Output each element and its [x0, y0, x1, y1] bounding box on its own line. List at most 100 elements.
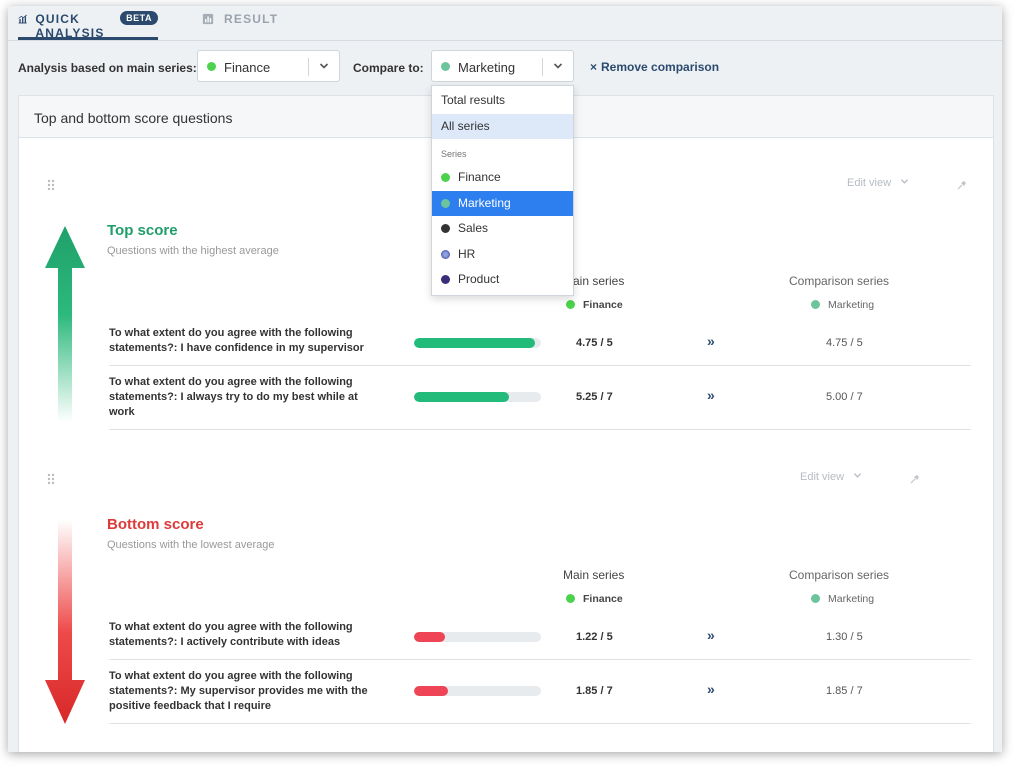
arrow-up-icon: [45, 226, 85, 422]
question-text: To what extent do you agree with the fol…: [109, 327, 364, 354]
score-bar: [414, 338, 541, 348]
menu-item-sales[interactable]: Sales: [432, 216, 573, 241]
card-title: Top and bottom score questions: [34, 110, 233, 126]
score-bar-fill: [414, 632, 445, 642]
top-score-subtitle: Questions with the highest average: [107, 245, 279, 257]
comparison-series-heading: Comparison series: [789, 274, 890, 288]
compare-series-dropdown-menu: Total results All series Series Finance …: [431, 85, 574, 296]
main-series-tag: Finance: [566, 299, 623, 311]
main-score: 4.75 / 5: [576, 337, 613, 349]
comparison-series-tag: Marketing: [811, 299, 874, 311]
tab-divider: [8, 40, 1002, 41]
chevron-down-icon: [853, 473, 862, 478]
question-text: To what extent do you agree with the fol…: [109, 621, 353, 648]
drag-handle-icon[interactable]: [47, 179, 55, 191]
main-score: 1.22 / 5: [576, 631, 613, 643]
marketing-dot-icon: [441, 199, 450, 208]
main-score: 5.25 / 7: [576, 391, 613, 403]
score-bar-fill: [414, 392, 510, 402]
top-score-title: Top score: [107, 222, 178, 239]
marketing-dot-icon: [811, 594, 820, 603]
pin-icon[interactable]: [957, 180, 967, 190]
menu-item-label: All series: [441, 119, 490, 133]
menu-item-finance[interactable]: Finance: [432, 165, 573, 190]
chevron-down-icon: [319, 63, 329, 69]
menu-item-label: Sales: [458, 221, 489, 235]
comparison-series-tag: Marketing: [811, 593, 874, 605]
tab-quick-analysis[interactable]: QUICK ANALYSIS BETA: [18, 11, 158, 40]
main-series-name: Finance: [583, 593, 623, 605]
menu-item-label: Product: [458, 272, 500, 286]
menu-item-all-series[interactable]: All series: [432, 114, 573, 139]
menu-item-hr[interactable]: HR: [432, 242, 573, 267]
double-chevron-right-icon: »: [707, 333, 715, 349]
comparison-score: 4.75 / 5: [826, 337, 863, 349]
remove-comparison-label: Remove comparison: [601, 60, 720, 74]
bottom-score-title: Bottom score: [107, 516, 204, 533]
hr-dot-icon: [441, 250, 450, 259]
compare-series-value: Marketing: [458, 60, 516, 75]
comparison-score: 1.30 / 5: [826, 631, 863, 643]
menu-item-label: Finance: [458, 170, 501, 184]
menu-item-marketing[interactable]: Marketing: [432, 191, 573, 216]
remove-comparison-button[interactable]: × Remove comparison: [590, 60, 719, 74]
pin-icon[interactable]: [910, 474, 920, 484]
edit-view-dropdown[interactable]: Edit view: [800, 471, 862, 483]
finance-dot-icon: [207, 62, 216, 71]
select-separator: [308, 58, 309, 76]
marketing-dot-icon: [441, 62, 450, 71]
comparison-score: 1.85 / 7: [826, 685, 863, 697]
comparison-score: 5.00 / 7: [826, 391, 863, 403]
score-bar: [414, 392, 541, 402]
main-score: 1.85 / 7: [576, 685, 613, 697]
compare-to-label: Compare to:: [353, 61, 424, 75]
main-series-heading: Main series: [563, 568, 625, 582]
table-row: To what extent do you agree with the fol…: [109, 366, 971, 430]
menu-item-label: Marketing: [458, 196, 511, 210]
question-text: To what extent do you agree with the fol…: [109, 670, 368, 712]
menu-item-label: HR: [458, 247, 476, 261]
marketing-dot-icon: [811, 300, 820, 309]
double-chevron-right-icon: »: [707, 627, 715, 643]
bottom-score-subtitle: Questions with the lowest average: [107, 539, 275, 551]
product-dot-icon: [441, 275, 450, 284]
double-chevron-right-icon: »: [707, 387, 715, 403]
score-bar: [414, 686, 541, 696]
table-row: To what extent do you agree with the fol…: [109, 612, 971, 660]
score-bar-fill: [414, 686, 448, 696]
sales-dot-icon: [441, 224, 450, 233]
finance-dot-icon: [566, 300, 575, 309]
table-row: To what extent do you agree with the fol…: [109, 660, 971, 724]
score-bar-fill: [414, 338, 535, 348]
edit-view-dropdown[interactable]: Edit view: [847, 177, 909, 189]
comparison-series-name: Marketing: [828, 593, 875, 605]
select-separator: [542, 58, 543, 76]
tab-quick-analysis-label: QUICK ANALYSIS: [35, 12, 105, 40]
tab-result-label: RESULT: [224, 12, 279, 26]
app-window: QUICK ANALYSIS BETA RESULT Analysis base…: [8, 6, 1002, 752]
chevron-down-icon: [900, 179, 909, 184]
menu-item-label: Total results: [441, 93, 506, 107]
beta-badge: BETA: [120, 11, 158, 25]
menu-item-total-results[interactable]: Total results: [432, 88, 573, 113]
question-text: To what extent do you agree with the fol…: [109, 376, 358, 418]
menu-item-product[interactable]: Product: [432, 267, 573, 292]
drag-handle-icon[interactable]: [47, 473, 55, 485]
table-row: To what extent do you agree with the fol…: [109, 318, 971, 366]
comparison-series-heading: Comparison series: [789, 568, 890, 582]
tab-result[interactable]: RESULT: [202, 12, 278, 40]
compare-series-select[interactable]: Marketing: [431, 50, 574, 82]
arrow-down-icon: [45, 520, 85, 724]
finance-dot-icon: [441, 173, 450, 182]
report-icon: [202, 13, 214, 25]
finance-dot-icon: [566, 594, 575, 603]
main-series-name: Finance: [583, 299, 623, 311]
tab-bar: QUICK ANALYSIS BETA RESULT: [8, 6, 1002, 40]
close-icon: ×: [590, 60, 598, 74]
comparison-series-name: Marketing: [828, 299, 875, 311]
edit-view-label: Edit view: [800, 471, 845, 483]
score-bar: [414, 632, 541, 642]
series-group-label: Series: [441, 149, 467, 159]
edit-view-label: Edit view: [847, 177, 892, 189]
main-series-select[interactable]: Finance: [197, 50, 340, 82]
